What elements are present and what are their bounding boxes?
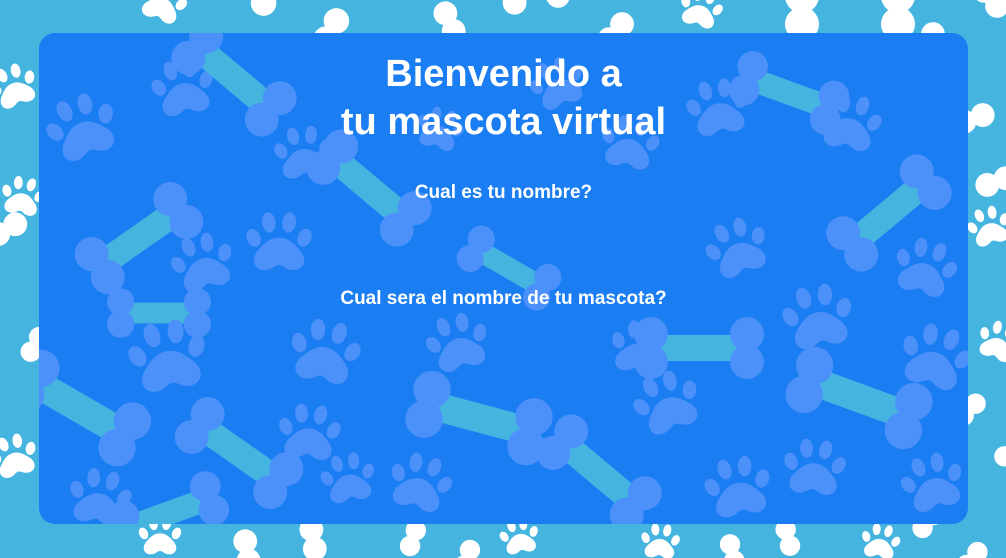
welcome-title-line-2: tu mascota virtual — [340, 101, 667, 143]
pet-name-input[interactable] — [383, 321, 627, 353]
welcome-panel: Bienvenido a tu mascota virtual Cual es … — [39, 33, 968, 524]
owner-name-input[interactable] — [383, 215, 627, 247]
welcome-title-line-1: Bienvenido a — [385, 53, 622, 95]
welcome-screen: Bienvenido a tu mascota virtual Cual es … — [0, 0, 1006, 558]
pet-name-question: Cual sera el nombre de tu mascota? — [340, 288, 667, 309]
owner-name-question: Cual es tu nombre? — [414, 182, 593, 203]
